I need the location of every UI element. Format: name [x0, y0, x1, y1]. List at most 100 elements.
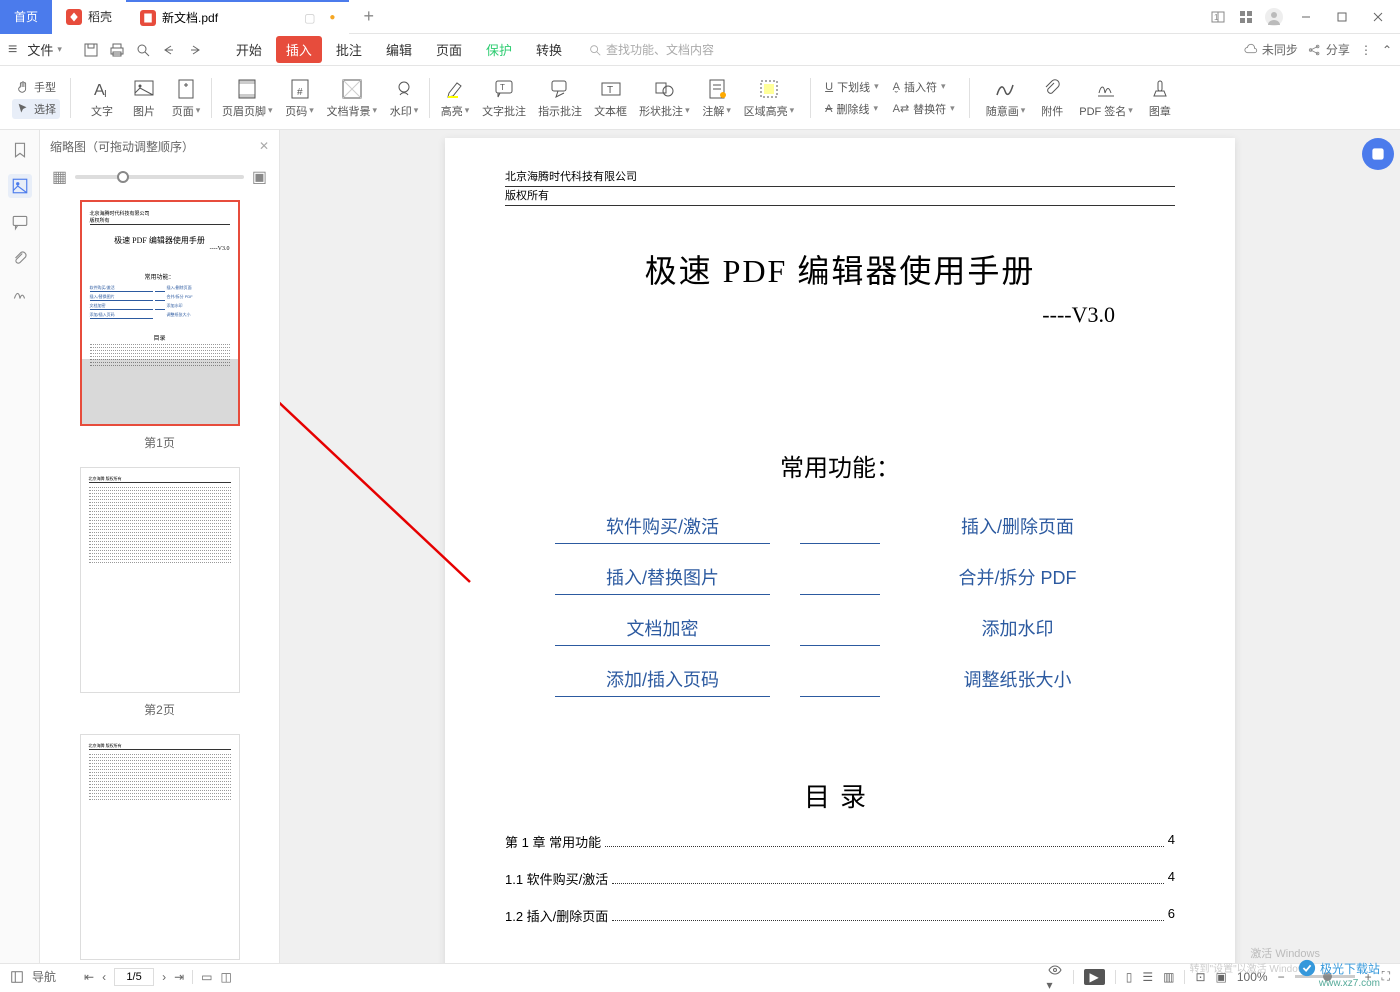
view-continuous[interactable]: ☰ — [1142, 970, 1153, 984]
doc-link[interactable]: 调整纸张大小 — [910, 666, 1125, 697]
avatar-icon[interactable] — [1264, 7, 1284, 27]
tool-指示批注[interactable]: 指示批注 — [532, 73, 588, 123]
left-sidebar — [0, 130, 40, 963]
layout-btn1[interactable]: ▭ — [201, 970, 212, 984]
toc-entry[interactable]: 1.2 插入/删除页面6 — [505, 906, 1175, 925]
underline-tool[interactable]: U下划线▾ — [821, 77, 882, 97]
replacemark-tool[interactable]: A⇄替换符▾ — [889, 99, 959, 119]
tool-附件[interactable]: 附件 — [1031, 73, 1073, 123]
grid-icon[interactable] — [1236, 7, 1256, 27]
thumb-fit-icon[interactable]: ▣ — [252, 167, 267, 187]
tool-页眉页脚[interactable]: 页眉页脚▾ — [216, 73, 279, 123]
tab-add[interactable]: + — [349, 6, 388, 27]
comment-panel-button[interactable] — [8, 210, 32, 234]
tool-文字[interactable]: AI文字 — [81, 73, 123, 123]
thumb-size-slider[interactable] — [75, 175, 244, 179]
nav-toggle[interactable] — [10, 970, 24, 984]
tab-home[interactable]: 首页 — [0, 0, 52, 34]
thumbnail-page-1[interactable]: 北京海腾时代科技有限公司版权所有 极速 PDF 编辑器使用手册 ----V3.0… — [52, 200, 267, 451]
assistant-button[interactable] — [1362, 138, 1394, 170]
last-page-button[interactable]: ⇥ — [174, 970, 184, 984]
view-two[interactable]: ▥ — [1163, 970, 1174, 984]
tool-水印[interactable]: 水印▾ — [383, 73, 425, 123]
doc-link[interactable]: 文档加密 — [555, 615, 770, 646]
insertmark-tool[interactable]: A̬插入符▾ — [889, 77, 959, 97]
tool-形状批注[interactable]: 形状批注▾ — [633, 73, 696, 123]
menu-tab-转换[interactable]: 转换 — [526, 36, 572, 63]
tool-页码[interactable]: #页码▾ — [279, 73, 321, 123]
chevron-down-icon: ▾ — [57, 44, 62, 55]
strike-tool[interactable]: A删除线▾ — [821, 99, 882, 119]
tool-页面[interactable]: 页面▾ — [165, 73, 207, 123]
tool-图片[interactable]: 图片 — [123, 73, 165, 123]
doc-link[interactable]: 插入/替换图片 — [555, 564, 770, 595]
close-panel-button[interactable]: ✕ — [259, 139, 269, 153]
select-tool[interactable]: 选择 — [12, 99, 60, 119]
save-button[interactable] — [80, 39, 102, 61]
undo-button[interactable] — [158, 39, 180, 61]
minimize-button[interactable] — [1292, 3, 1320, 31]
thumbnail-page-2[interactable]: 北京海腾 版权所有 第2页 — [52, 467, 267, 718]
tab-daoke[interactable]: 稻壳 — [52, 0, 126, 34]
hand-tool[interactable]: 手型 — [12, 77, 60, 97]
attachment-panel-button[interactable] — [8, 246, 32, 270]
prev-page-button[interactable]: ‹ — [102, 970, 106, 984]
caret-icon: A̬ — [893, 81, 900, 93]
menu-tab-编辑[interactable]: 编辑 — [376, 36, 422, 63]
layout-btn2[interactable]: ◫ — [220, 970, 231, 984]
close-button[interactable] — [1364, 3, 1392, 31]
collapse-ribbon[interactable]: ⌃ — [1382, 43, 1392, 57]
thumbnail-panel-button[interactable] — [8, 174, 32, 198]
doc-link[interactable]: 添加/插入页码 — [555, 666, 770, 697]
tab-menu-icon[interactable]: ▢ — [304, 11, 315, 25]
file-menu[interactable]: 文件▾ — [19, 38, 70, 61]
thumb-grid-icon[interactable]: ▦ — [52, 167, 67, 187]
search-button[interactable] — [132, 39, 154, 61]
doc-link[interactable]: 添加水印 — [910, 615, 1125, 646]
tool-注解[interactable]: 注解▾ — [696, 73, 738, 123]
sign-panel-button[interactable] — [8, 282, 32, 306]
first-page-button[interactable]: ⇤ — [84, 970, 94, 984]
menu-tab-插入[interactable]: 插入 — [276, 36, 322, 63]
menu-icon[interactable]: ≡ — [8, 41, 17, 59]
fullscreen-button[interactable]: ⛶ — [1382, 969, 1390, 984]
maximize-button[interactable] — [1328, 3, 1356, 31]
print-button[interactable] — [106, 39, 128, 61]
thumbnail-page-3[interactable]: 北京海腾 版权所有 — [52, 734, 267, 960]
svg-text:I: I — [104, 89, 107, 100]
next-page-button[interactable]: › — [162, 970, 166, 984]
menu-tab-保护[interactable]: 保护 — [476, 36, 522, 63]
toc-entry[interactable]: 第 1 章 常用功能4 — [505, 832, 1175, 851]
tool-文本框[interactable]: T文本框 — [588, 73, 633, 123]
redo-button[interactable] — [184, 39, 206, 61]
search-box[interactable]: 查找功能、文档内容 — [588, 41, 714, 58]
panel-icon[interactable]: 1 — [1208, 7, 1228, 27]
document-viewport[interactable]: 北京海腾时代科技有限公司 版权所有 极速 PDF 编辑器使用手册 ----V3.… — [280, 130, 1400, 963]
doc-link[interactable]: 插入/删除页面 — [910, 513, 1125, 544]
share-button[interactable]: 分享 — [1308, 41, 1350, 58]
play-button[interactable]: ▶ — [1084, 969, 1105, 985]
eye-button[interactable]: ▾ — [1047, 962, 1063, 992]
share-icon — [1308, 43, 1322, 57]
page-input[interactable] — [114, 968, 154, 986]
bookmark-panel-button[interactable] — [8, 138, 32, 162]
tool-区域高亮[interactable]: 区域高亮▾ — [738, 73, 801, 123]
toc-entry[interactable]: 1.1 软件购买/激活4 — [505, 869, 1175, 888]
doc-link[interactable]: 软件购买/激活 — [555, 513, 770, 544]
tool-随意画[interactable]: 随意画▾ — [980, 73, 1032, 123]
sync-button[interactable]: 未同步 — [1244, 41, 1298, 58]
doc-link[interactable]: 合并/拆分 PDF — [910, 564, 1125, 595]
tool-图章[interactable]: 图章 — [1139, 73, 1181, 123]
watermark-icon — [1298, 959, 1316, 977]
more-button[interactable]: ⋮ — [1360, 43, 1372, 57]
tool-高亮[interactable]: 高亮▾ — [434, 73, 476, 123]
tool-PDF 签名[interactable]: PDF 签名▾ — [1073, 73, 1139, 123]
tab-document[interactable]: 新文档.pdf ▢ ● — [126, 0, 349, 34]
menu-tab-批注[interactable]: 批注 — [326, 36, 372, 63]
svg-text:#: # — [297, 87, 303, 98]
menu-tab-页面[interactable]: 页面 — [426, 36, 472, 63]
view-single[interactable]: ▯ — [1126, 970, 1133, 984]
tool-文档背景[interactable]: 文档背景▾ — [321, 73, 384, 123]
menu-tab-开始[interactable]: 开始 — [226, 36, 272, 63]
tool-文字批注[interactable]: T文字批注 — [476, 73, 532, 123]
